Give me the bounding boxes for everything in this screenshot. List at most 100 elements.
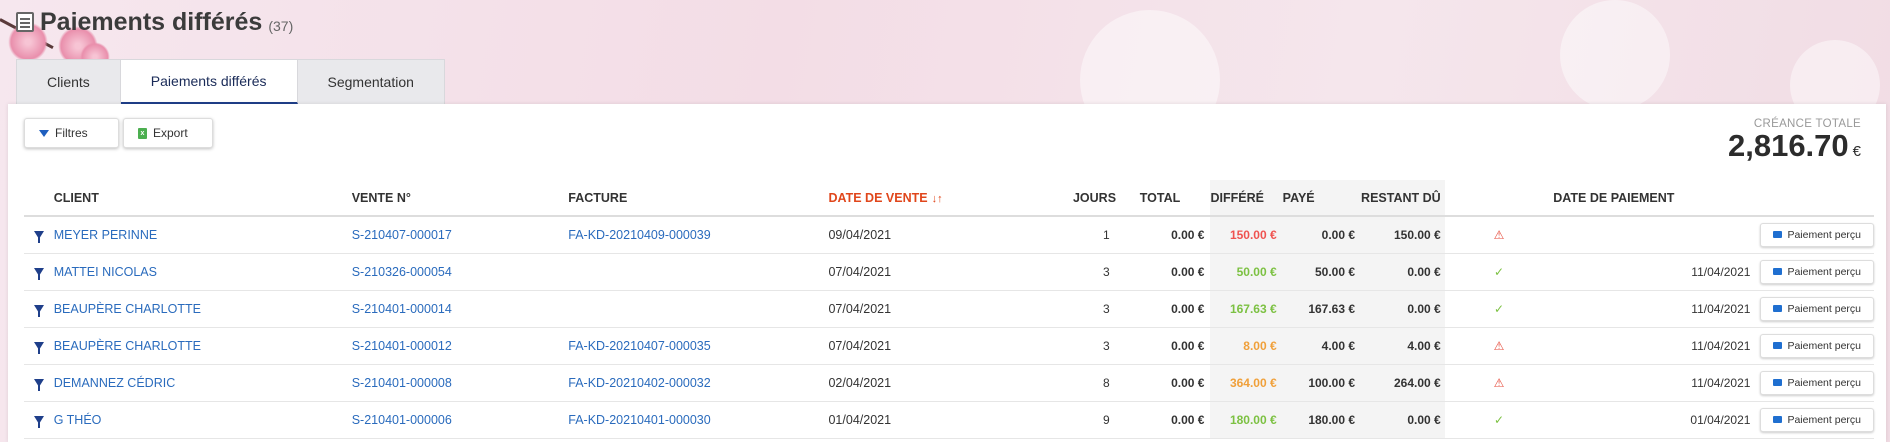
payment-card-icon [1773, 231, 1783, 239]
tab-segmentation[interactable]: Segmentation [298, 60, 444, 104]
differe: 150.00 € [1210, 216, 1283, 254]
restant-du: 150.00 € [1361, 216, 1445, 254]
differe: 50.00 € [1210, 253, 1283, 291]
check-icon: ✓ [1444, 253, 1554, 291]
client-link[interactable]: G THÉO [53, 401, 352, 439]
total-value: 2,816.70 € [1728, 130, 1861, 168]
filters-button[interactable]: Filtres [24, 118, 119, 148]
vente-link[interactable]: S-210401-000012 [351, 327, 569, 365]
tab-bar: Clients Paiements différés Segmentation [16, 59, 445, 104]
paiement-percu-button[interactable]: Paiement perçu [1760, 259, 1874, 284]
action-cell: Paiement perçu [1760, 401, 1874, 439]
check-icon: ✓ [1444, 401, 1554, 439]
header-date-paiement[interactable]: DATE DE PAIEMENT [1553, 180, 1761, 217]
tab-clients[interactable]: Clients [17, 60, 121, 104]
header-paye[interactable]: PAYÉ [1282, 180, 1362, 217]
header-date-vente[interactable]: DATE DE VENTE ↓↑ [828, 180, 1073, 217]
facture-link[interactable] [568, 290, 829, 328]
warning-icon: ⚠ [1444, 364, 1554, 402]
invoice-icon [16, 12, 34, 32]
excel-icon: x [138, 127, 147, 139]
table-row: BEAUPÈRE CHARLOTTE S-210401-000014 07/04… [24, 290, 1874, 328]
total-currency: € [1852, 143, 1861, 160]
filter-icon[interactable] [33, 230, 44, 243]
deferred-payments-table: CLIENT VENTE N° FACTURE DATE DE VENTE ↓↑ … [24, 180, 1874, 439]
table-row: DEMANNEZ CÉDRIC S-210401-000008 FA-KD-20… [24, 364, 1874, 402]
filters-button-label: Filtres [55, 126, 88, 140]
action-cell: Paiement perçu [1760, 364, 1874, 402]
restant-du: 0.00 € [1361, 401, 1445, 439]
filter-icon[interactable] [33, 378, 44, 391]
table-row: G THÉO S-210401-000006 FA-KD-20210401-00… [24, 401, 1874, 439]
paiement-percu-button[interactable]: Paiement perçu [1760, 222, 1874, 247]
paye: 0.00 € [1282, 216, 1362, 254]
filter-icon[interactable] [33, 267, 44, 280]
date-paiement: 11/04/2021 [1553, 290, 1761, 328]
differe: 167.63 € [1210, 290, 1283, 328]
tab-paiements-differes[interactable]: Paiements différés [120, 60, 298, 104]
client-link[interactable]: BEAUPÈRE CHARLOTTE [53, 327, 352, 365]
row-filter-cell[interactable] [24, 401, 54, 439]
vente-link[interactable]: S-210401-000014 [351, 290, 569, 328]
header-jours[interactable]: JOURS [1072, 180, 1140, 217]
payment-card-icon [1773, 305, 1783, 312]
restant-du: 0.00 € [1361, 290, 1445, 328]
jours: 3 [1072, 253, 1140, 291]
total: 0.00 € [1139, 290, 1211, 328]
header-restant[interactable]: RESTANT DÛ [1361, 180, 1445, 217]
row-filter-cell[interactable] [24, 253, 54, 291]
vente-link[interactable]: S-210401-000008 [351, 364, 569, 402]
differe: 8.00 € [1210, 327, 1283, 365]
filter-icon[interactable] [33, 304, 44, 317]
action-cell: Paiement perçu [1760, 327, 1874, 365]
paiement-percu-label: Paiement perçu [1787, 228, 1861, 241]
row-filter-cell[interactable] [24, 216, 54, 254]
paiement-percu-label: Paiement perçu [1787, 376, 1861, 389]
paiement-percu-button[interactable]: Paiement perçu [1760, 370, 1874, 395]
page-header: Paiements différés (37) [16, 4, 293, 40]
filter-icon[interactable] [33, 415, 44, 428]
date-paiement: 01/04/2021 [1553, 401, 1761, 439]
header-total[interactable]: TOTAL [1139, 180, 1211, 217]
facture-link[interactable] [568, 253, 829, 291]
differe: 180.00 € [1210, 401, 1283, 439]
row-filter-cell[interactable] [24, 364, 54, 402]
page-title: Paiements différés [40, 7, 263, 36]
paiement-percu-label: Paiement perçu [1787, 413, 1861, 426]
paiement-percu-button[interactable]: Paiement perçu [1760, 333, 1874, 358]
facture-link[interactable]: FA-KD-20210401-000030 [568, 401, 829, 439]
vente-link[interactable]: S-210326-000054 [351, 253, 569, 291]
header-differe[interactable]: DIFFÉRÉ [1210, 180, 1283, 217]
differe: 364.00 € [1210, 364, 1283, 402]
client-link[interactable]: MEYER PERINNE [53, 216, 352, 254]
vente-link[interactable]: S-210401-000006 [351, 401, 569, 439]
facture-link[interactable]: FA-KD-20210409-000039 [568, 216, 829, 254]
paiement-percu-label: Paiement perçu [1787, 339, 1861, 352]
header-vente[interactable]: VENTE N° [351, 180, 569, 217]
client-link[interactable]: DEMANNEZ CÉDRIC [53, 364, 352, 402]
page-count: (37) [268, 18, 294, 34]
paiement-percu-button[interactable]: Paiement perçu [1760, 296, 1874, 321]
client-link[interactable]: BEAUPÈRE CHARLOTTE [53, 290, 352, 328]
header-facture[interactable]: FACTURE [568, 180, 829, 217]
filter-icon[interactable] [33, 341, 44, 354]
warning-icon: ⚠ [1444, 216, 1554, 254]
vente-link[interactable]: S-210407-000017 [351, 216, 569, 254]
payment-card-icon [1773, 379, 1783, 386]
row-filter-cell[interactable] [24, 327, 54, 365]
client-link[interactable]: MATTEI NICOLAS [53, 253, 352, 291]
paye: 180.00 € [1282, 401, 1362, 439]
header-client[interactable]: CLIENT [53, 180, 352, 217]
date-vente: 07/04/2021 [828, 327, 1073, 365]
paye: 4.00 € [1282, 327, 1362, 365]
facture-link[interactable]: FA-KD-20210402-000032 [568, 364, 829, 402]
date-vente: 02/04/2021 [828, 364, 1073, 402]
paiement-percu-button[interactable]: Paiement perçu [1760, 407, 1874, 432]
date-vente: 09/04/2021 [828, 216, 1073, 254]
export-button[interactable]: x Export [123, 118, 213, 148]
row-filter-cell[interactable] [24, 290, 54, 328]
facture-link[interactable]: FA-KD-20210407-000035 [568, 327, 829, 365]
date-paiement [1553, 216, 1761, 254]
paye: 100.00 € [1282, 364, 1362, 402]
action-cell: Paiement perçu [1760, 290, 1874, 328]
